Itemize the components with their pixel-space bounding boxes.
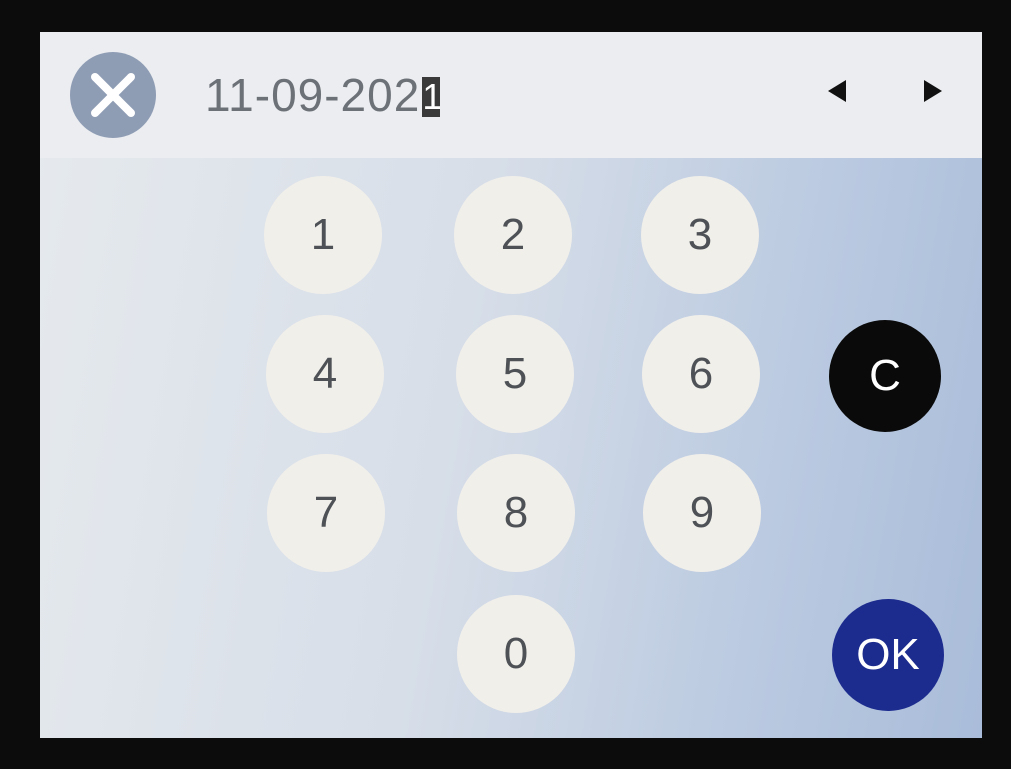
device-frame: 11-09-2021 1 2 3 4 5 6 7 8 9 0 C OK xyxy=(0,0,1011,769)
key-2[interactable]: 2 xyxy=(454,176,572,294)
date-input-field[interactable]: 11-09-2021 xyxy=(205,69,441,121)
date-value: 11-09-202 xyxy=(205,69,421,121)
key-1[interactable]: 1 xyxy=(264,176,382,294)
text-cursor: 1 xyxy=(422,77,441,117)
key-5[interactable]: 5 xyxy=(456,315,574,433)
key-0[interactable]: 0 xyxy=(457,595,575,713)
close-button[interactable] xyxy=(70,52,156,138)
key-7[interactable]: 7 xyxy=(267,454,385,572)
key-8[interactable]: 8 xyxy=(457,454,575,572)
close-x-icon xyxy=(91,73,135,117)
triangle-left-icon[interactable] xyxy=(828,80,846,102)
ok-button[interactable]: OK xyxy=(832,599,944,711)
clear-button[interactable]: C xyxy=(829,320,941,432)
input-bar: 11-09-2021 xyxy=(40,32,982,158)
key-6[interactable]: 6 xyxy=(642,315,760,433)
triangle-right-icon[interactable] xyxy=(924,80,942,102)
key-4[interactable]: 4 xyxy=(266,315,384,433)
date-entry-screen: 11-09-2021 1 2 3 4 5 6 7 8 9 0 C OK xyxy=(40,32,982,738)
key-9[interactable]: 9 xyxy=(643,454,761,572)
key-3[interactable]: 3 xyxy=(641,176,759,294)
